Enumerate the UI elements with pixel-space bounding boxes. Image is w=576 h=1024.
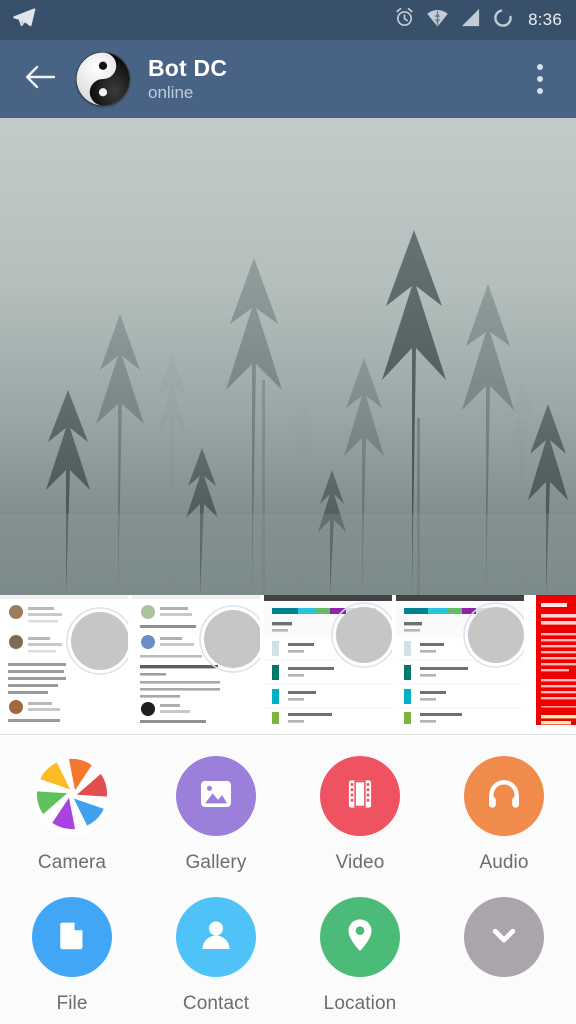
collapse-button[interactable] [464,897,544,977]
more-vertical-icon [537,64,543,94]
video-button[interactable] [320,756,400,836]
file-button[interactable] [32,897,112,977]
chat-message-area: No messages here yet... [0,118,576,595]
attach-option-label: File [56,993,88,1014]
document-icon [53,916,91,959]
signal-bars-icon [460,7,481,33]
list-item[interactable] [528,595,576,725]
yin-yang-avatar [76,52,130,106]
chat-header-titles[interactable]: Bot DC online [148,54,228,102]
contact-button[interactable] [176,897,256,977]
wifi-icon [426,7,449,33]
telegram-plane-icon [12,6,36,35]
attach-option-collapse[interactable] [432,883,576,1024]
attach-option-contact[interactable]: Contact [144,883,288,1024]
status-bar-notifications [12,6,36,35]
list-item[interactable] [396,595,524,725]
attachment-menu: Camera Gallery Video Audio File Contact … [0,736,576,1024]
film-strip-icon [341,775,379,818]
page-title: Bot DC [148,54,228,81]
avatar[interactable] [76,52,130,106]
alarm-clock-icon [394,7,415,33]
status-bar-system-icons: 8:36 [394,7,562,34]
battery-circle-icon [492,7,514,34]
attach-option-location[interactable]: Location [288,883,432,1024]
list-item[interactable] [264,595,392,725]
list-item[interactable] [132,595,260,725]
image-icon [196,774,236,819]
list-item[interactable] [0,595,128,725]
back-arrow-icon [25,64,56,95]
phone-screen: 8:36 Bot DC online Camera Gallery Video … [0,0,576,1024]
status-badge: online [148,82,194,102]
attach-option-audio[interactable]: Audio [432,742,576,883]
attach-option-label: Video [335,852,385,873]
audio-button[interactable] [464,756,544,836]
camera-aperture-icon [34,756,110,837]
back-button[interactable] [18,57,62,101]
attach-option-gallery[interactable]: Gallery [144,742,288,883]
camera-button[interactable] [32,756,112,836]
person-icon [196,915,236,960]
attach-option-camera[interactable]: Camera [0,742,144,883]
overflow-menu-button[interactable] [518,55,562,103]
attach-option-label: Location [323,993,397,1014]
forest-wallpaper-image [0,118,576,595]
recent-photos-strip[interactable] [0,595,576,735]
attach-option-video[interactable]: Video [288,742,432,883]
location-button[interactable] [320,897,400,977]
map-pin-icon [340,915,380,960]
headphones-icon [484,774,524,819]
attach-option-label: Audio [479,852,529,873]
chevron-down-icon [485,916,523,959]
attach-option-label: Contact [182,993,250,1014]
gallery-button[interactable] [176,756,256,836]
attach-option-label: Camera [37,852,107,873]
status-bar: 8:36 [0,0,576,40]
chat-app-bar: Bot DC online [0,40,576,118]
attach-option-file[interactable]: File [0,883,144,1024]
attach-option-label: Gallery [185,852,247,873]
status-bar-clock: 8:36 [528,10,562,29]
